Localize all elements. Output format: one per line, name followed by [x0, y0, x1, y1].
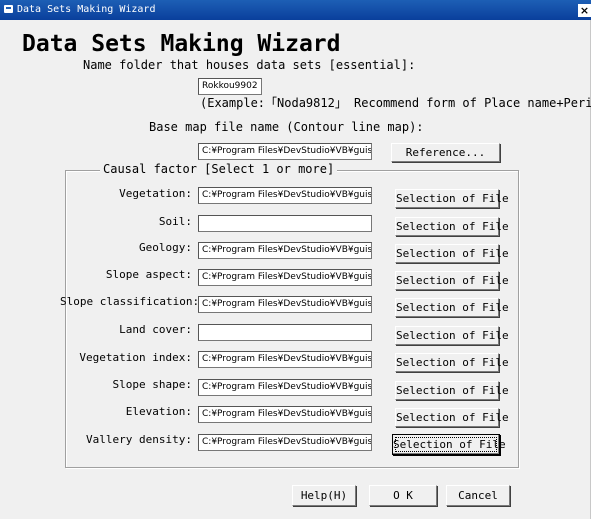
folder-name-label: Name folder that houses data sets [essen… — [83, 58, 416, 72]
slope-aspect-label: Slope aspect: — [105, 268, 192, 281]
cancel-button[interactable]: Cancel — [446, 485, 510, 506]
vegetation-select-file-button[interactable]: Selection of File — [395, 189, 509, 208]
vallery-density-input[interactable]: C:¥Program Files¥DevStudio¥VB¥guisam — [198, 434, 372, 451]
vegetation-label: Vegetation: — [119, 187, 192, 200]
land-cover-input[interactable] — [198, 324, 372, 341]
soil-input[interactable] — [198, 215, 372, 232]
ok-button[interactable]: O K — [369, 485, 437, 506]
geology-label: Geology: — [139, 241, 192, 254]
elevation-label: Elevation: — [125, 405, 192, 418]
reference-button[interactable]: Reference... — [391, 143, 500, 162]
slope-shape-select-file-button[interactable]: Selection of File — [395, 381, 509, 400]
base-map-label: Base map file name (Contour line map): — [149, 120, 424, 134]
window-title: Data Sets Making Wizard — [17, 4, 156, 15]
page-title: Data Sets Making Wizard — [22, 31, 341, 57]
base-map-input[interactable]: C:¥Program Files¥DevStudio¥VB¥guisam — [198, 143, 372, 160]
elevation-input[interactable]: C:¥Program Files¥DevStudio¥VB¥guisam — [198, 406, 372, 423]
slope-aspect-input[interactable]: C:¥Program Files¥DevStudio¥VB¥guisam — [198, 269, 372, 286]
vegetation-index-label: Vegetation index: — [79, 351, 192, 364]
land-cover-label: Land cover: — [119, 323, 192, 336]
soil-label: Soil: — [158, 215, 192, 228]
elevation-select-file-button[interactable]: Selection of File — [395, 408, 509, 427]
slope-classification-select-file-button[interactable]: Selection of File — [395, 298, 509, 317]
slope-classification-input[interactable]: C:¥Program Files¥DevStudio¥VB¥guisam — [198, 296, 372, 313]
wizard-window: Data Sets Making Wizard × Data Sets Maki… — [0, 0, 591, 519]
causal-factor-legend: Causal factor [Select 1 or more] — [100, 162, 338, 177]
vegetation-index-select-file-button[interactable]: Selection of File — [395, 353, 509, 372]
vallery-density-select-file-button[interactable]: Selection of File — [392, 434, 506, 455]
vegetation-input[interactable]: C:¥Program Files¥DevStudio¥VB¥guisam — [198, 187, 372, 204]
app-icon — [4, 5, 13, 13]
folder-name-input[interactable]: Rokkou9902 — [198, 78, 262, 95]
title-bar[interactable]: Data Sets Making Wizard × — [0, 0, 591, 20]
vallery-density-label: Vallery density: — [86, 433, 192, 446]
slope-aspect-select-file-button[interactable]: Selection of File — [395, 271, 509, 290]
close-icon[interactable]: × — [578, 4, 591, 17]
soil-select-file-button[interactable]: Selection of File — [395, 217, 509, 236]
geology-select-file-button[interactable]: Selection of File — [395, 244, 509, 263]
help-button[interactable]: Help(H) — [292, 485, 356, 506]
slope-shape-input[interactable]: C:¥Program Files¥DevStudio¥VB¥guisam — [198, 379, 372, 396]
slope-classification-label: Slope classification: — [60, 295, 200, 308]
slope-shape-label: Slope shape: — [112, 378, 192, 391]
folder-name-example: (Example:「Noda9812」 Recommend form of Pl… — [200, 96, 591, 110]
land-cover-select-file-button[interactable]: Selection of File — [395, 326, 509, 345]
vegetation-index-input[interactable]: C:¥Program Files¥DevStudio¥VB¥guisam — [198, 351, 372, 368]
geology-input[interactable]: C:¥Program Files¥DevStudio¥VB¥guisam — [198, 242, 372, 259]
